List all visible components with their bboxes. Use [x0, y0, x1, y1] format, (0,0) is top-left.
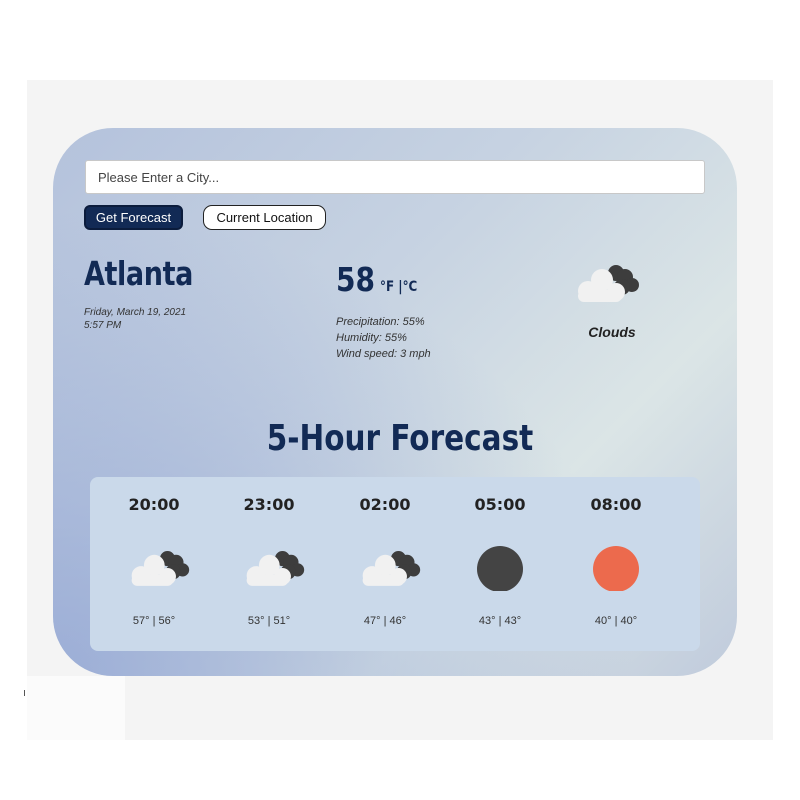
precipitation-text: Precipitation: 55%	[336, 316, 425, 328]
sun-icon	[588, 545, 654, 596]
humidity-text: Humidity: 55%	[336, 332, 407, 344]
forecast-hour-time: 20:00	[128, 495, 180, 514]
city-name: Atlanta	[84, 254, 194, 293]
unit-toggle[interactable]: °F |°C	[380, 279, 417, 295]
forecast-hour-temps: 47° | 46°	[363, 615, 407, 627]
city-search-input[interactable]	[85, 160, 705, 194]
forecast-hour-temps: 40° | 40°	[594, 615, 638, 627]
forecast-hour: 02:00 47° | 46°	[335, 477, 435, 651]
forecast-hour-time: 02:00	[359, 495, 411, 514]
forecast-hour: 23:00 53° | 51°	[219, 477, 319, 651]
clouds-icon	[126, 545, 192, 596]
hourly-forecast-panel: 20:00 57° | 56° 23:00 53° | 51° 02:00 47	[90, 477, 700, 651]
forecast-hour-time: 23:00	[243, 495, 295, 514]
forecast-hour-temps: 57° | 56°	[132, 615, 176, 627]
forecast-hour-time: 08:00	[590, 495, 642, 514]
edge-mark	[24, 690, 25, 696]
current-location-button[interactable]: Current Location	[203, 205, 326, 230]
clouds-icon	[357, 545, 423, 596]
forecast-hour: 05:00 43° | 43°	[450, 477, 550, 651]
forecast-hour: 08:00 40° | 40°	[566, 477, 666, 651]
forecast-hour-time: 05:00	[474, 495, 526, 514]
current-time: 5:57 PM	[84, 320, 122, 331]
current-date: Friday, March 19, 2021	[84, 307, 187, 318]
current-temperature: 58	[336, 260, 376, 299]
forecast-hour-temps: 53° | 51°	[247, 615, 291, 627]
forecast-title: 5-Hour Forecast	[266, 418, 534, 459]
condition-text: Clouds	[588, 324, 636, 340]
bottom-panel	[27, 676, 125, 740]
moon-icon	[472, 545, 538, 596]
forecast-hour: 20:00 57° | 56°	[104, 477, 204, 651]
wind-speed-text: Wind speed: 3 mph	[336, 348, 431, 360]
get-forecast-button[interactable]: Get Forecast	[84, 205, 183, 230]
forecast-hour-temps: 43° | 43°	[478, 615, 522, 627]
clouds-icon	[241, 545, 307, 596]
clouds-icon	[572, 260, 642, 311]
